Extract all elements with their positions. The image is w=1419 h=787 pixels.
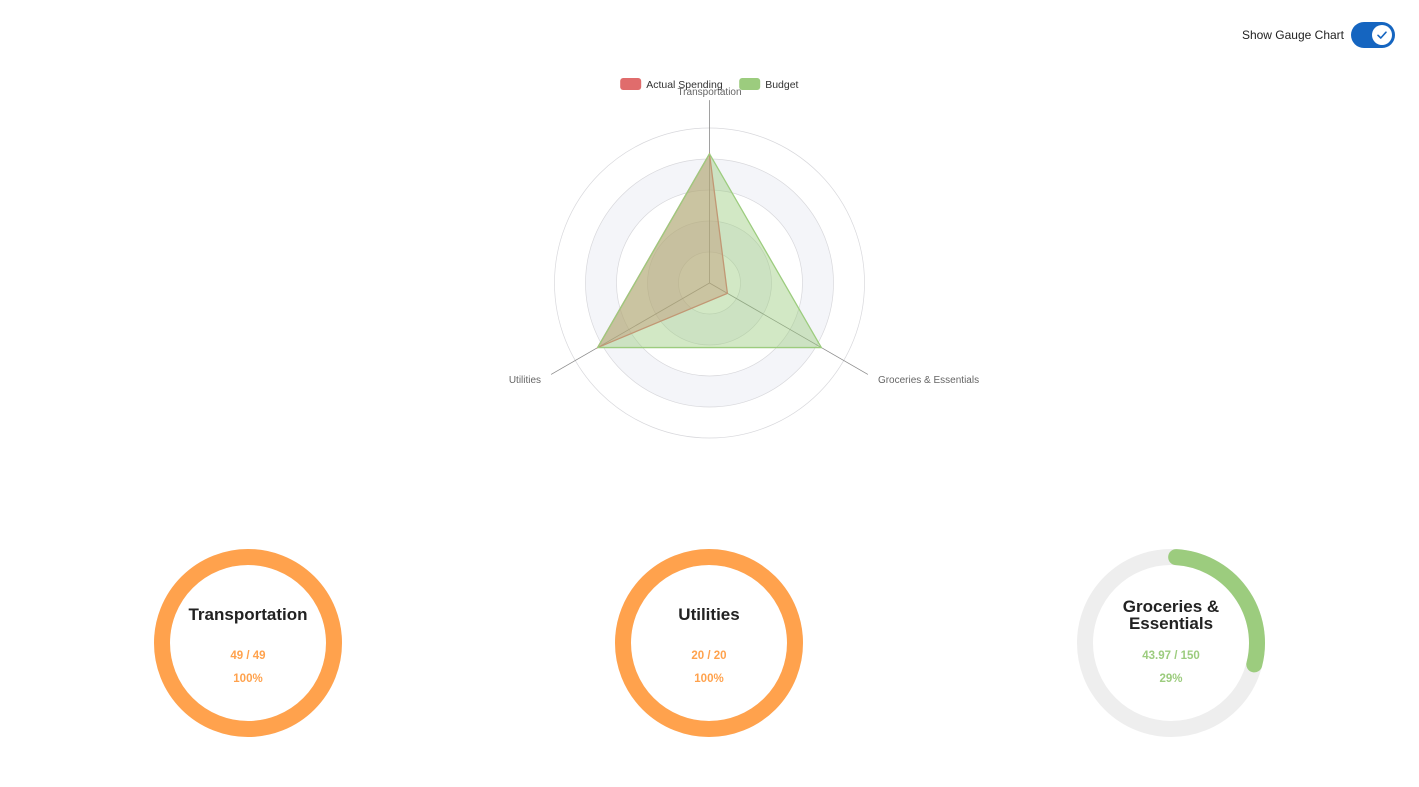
gauge-ratio: 20 / 20 [691, 650, 727, 662]
legend-swatch[interactable] [739, 78, 761, 90]
gauge-title: Transportation [188, 605, 308, 624]
radar-chart: TransportationGroceries & EssentialsUtil… [509, 78, 979, 439]
chart-legend: Actual Spending Budget [620, 78, 799, 91]
gauge-ratio: 43.97 / 150 [1142, 650, 1200, 662]
gauge-percent: 29% [1159, 673, 1183, 685]
gauge-transportation: Transportation 49 / 49 100% [153, 548, 343, 738]
radar-axis-label: Utilities [509, 375, 541, 386]
gauge-title: Groceries & Essentials [1122, 597, 1220, 633]
gauge-percent: 100% [233, 673, 263, 685]
gauge-percent: 100% [694, 673, 724, 685]
legend-label[interactable]: Budget [765, 79, 798, 91]
gauge-title: Utilities [678, 605, 740, 624]
gauge-groceries: Groceries & Essentials 43.97 / 150 29% [1076, 548, 1266, 738]
legend-label[interactable]: Actual Spending [646, 79, 723, 91]
legend-swatch[interactable] [620, 78, 642, 90]
gauge-utilities: Utilities 20 / 20 100% [614, 548, 804, 738]
gauge-ratio: 49 / 49 [230, 650, 266, 662]
radar-axis-label: Groceries & Essentials [878, 375, 979, 386]
